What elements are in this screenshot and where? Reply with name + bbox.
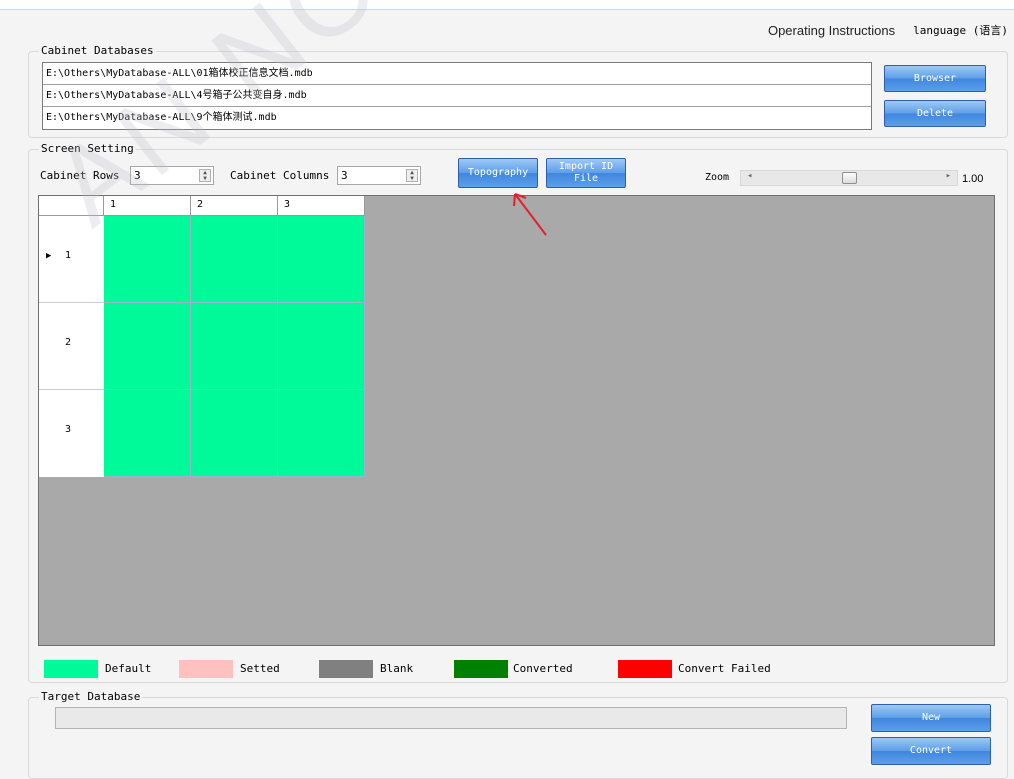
legend-label: Blank — [380, 662, 414, 675]
zoom-value: 1.00 — [962, 173, 984, 185]
legend-swatch-converted — [454, 660, 508, 678]
cabinet-cell[interactable] — [191, 303, 278, 390]
cabinet-cell[interactable] — [278, 303, 365, 390]
browser-button-label: Browser — [913, 72, 957, 84]
convert-button-label: Convert — [909, 745, 953, 756]
database-list-item[interactable]: E:\Others\MyDatabase-ALL\4号箱子公共变自身.mdb — [43, 85, 871, 107]
legend-label: Converted — [513, 662, 573, 675]
import-id-label-line2: File — [573, 173, 599, 184]
cabinet-cell[interactable] — [104, 390, 191, 477]
screen-setting-title: Screen Setting — [39, 142, 136, 156]
new-button-label: New — [921, 712, 941, 723]
import-id-label-line1: Import ID — [558, 161, 614, 172]
cabinet-databases-title: Cabinet Databases — [39, 44, 156, 58]
row-header-label: 2 — [65, 337, 72, 348]
delete-button[interactable]: Delete — [884, 100, 986, 127]
database-list-item[interactable]: E:\Others\MyDatabase-ALL\01箱体校正信息文档.mdb — [43, 63, 871, 85]
grid-corner — [39, 196, 104, 216]
top-navigation: Operating Instructions language (语言) — [768, 22, 1008, 38]
spinner-arrows-icon[interactable]: ▲ ▼ — [406, 169, 418, 182]
cabinet-cell[interactable] — [278, 390, 365, 477]
row-header-label: 1 — [65, 250, 72, 261]
cabinet-rows-label: Cabinet Rows — [40, 169, 120, 182]
topography-button[interactable]: Topography — [458, 158, 538, 188]
cabinet-rows-value: 3 — [134, 169, 141, 182]
cabinet-rows-spinner[interactable]: 3 ▲ ▼ — [130, 166, 214, 185]
cabinet-grid: 1 2 3 ▶ 1 2 3 — [39, 196, 365, 477]
target-database-title: Target Database — [39, 690, 143, 704]
row-header[interactable]: 3 — [39, 390, 104, 477]
language-link[interactable]: language (语言) — [913, 22, 1008, 38]
import-id-file-button[interactable]: Import ID File — [546, 158, 626, 188]
row-header[interactable]: ▶ 1 — [39, 216, 104, 303]
legend-label: Convert Failed — [678, 662, 771, 675]
cabinet-cell[interactable] — [278, 216, 365, 303]
cabinet-layout-canvas[interactable]: 1 2 3 ▶ 1 2 3 — [38, 195, 995, 646]
row-header-label: 3 — [65, 424, 72, 435]
row-header[interactable]: 2 — [39, 303, 104, 390]
window-top-edge — [0, 0, 1014, 10]
cabinet-cell[interactable] — [104, 303, 191, 390]
cabinet-columns-spinner[interactable]: 3 ▲ ▼ — [337, 166, 421, 185]
zoom-slider[interactable]: ◂ ▸ — [740, 170, 958, 186]
convert-button[interactable]: Convert — [871, 737, 991, 765]
column-header[interactable]: 1 — [104, 196, 191, 216]
cabinet-columns-value: 3 — [341, 169, 348, 182]
cabinet-columns-label: Cabinet Columns — [230, 169, 330, 182]
topography-button-label: Topography — [467, 167, 529, 178]
zoom-slider-thumb[interactable] — [841, 172, 857, 184]
legend-label: Setted — [240, 662, 280, 675]
spinner-arrows-icon[interactable]: ▲ ▼ — [199, 169, 211, 182]
legend-label: Default — [105, 662, 152, 675]
column-header[interactable]: 2 — [191, 196, 278, 216]
cabinet-cell[interactable] — [191, 390, 278, 477]
cabinet-database-list[interactable]: E:\Others\MyDatabase-ALL\01箱体校正信息文档.mdb … — [42, 62, 872, 130]
cabinet-cell[interactable] — [191, 216, 278, 303]
legend-swatch-setted — [179, 660, 233, 678]
legend-swatch-default — [44, 660, 98, 678]
new-button[interactable]: New — [871, 704, 991, 732]
cabinet-cell[interactable] — [104, 216, 191, 303]
operating-instructions-link[interactable]: Operating Instructions — [768, 23, 895, 38]
status-legend: Default Setted Blank Converted Convert F… — [44, 660, 804, 678]
slider-right-arrow-icon[interactable]: ▸ — [946, 171, 951, 181]
slider-left-arrow-icon[interactable]: ◂ — [747, 171, 752, 181]
browser-button[interactable]: Browser — [884, 65, 986, 92]
database-list-item[interactable]: E:\Others\MyDatabase-ALL\9个箱体测试.mdb — [43, 107, 871, 128]
column-header[interactable]: 3 — [278, 196, 365, 216]
current-row-arrow-icon: ▶ — [46, 251, 52, 261]
legend-swatch-convert-failed — [618, 660, 672, 678]
zoom-label: Zoom — [705, 172, 730, 183]
legend-swatch-blank — [319, 660, 373, 678]
target-database-field[interactable] — [55, 707, 847, 729]
delete-button-label: Delete — [916, 107, 954, 119]
